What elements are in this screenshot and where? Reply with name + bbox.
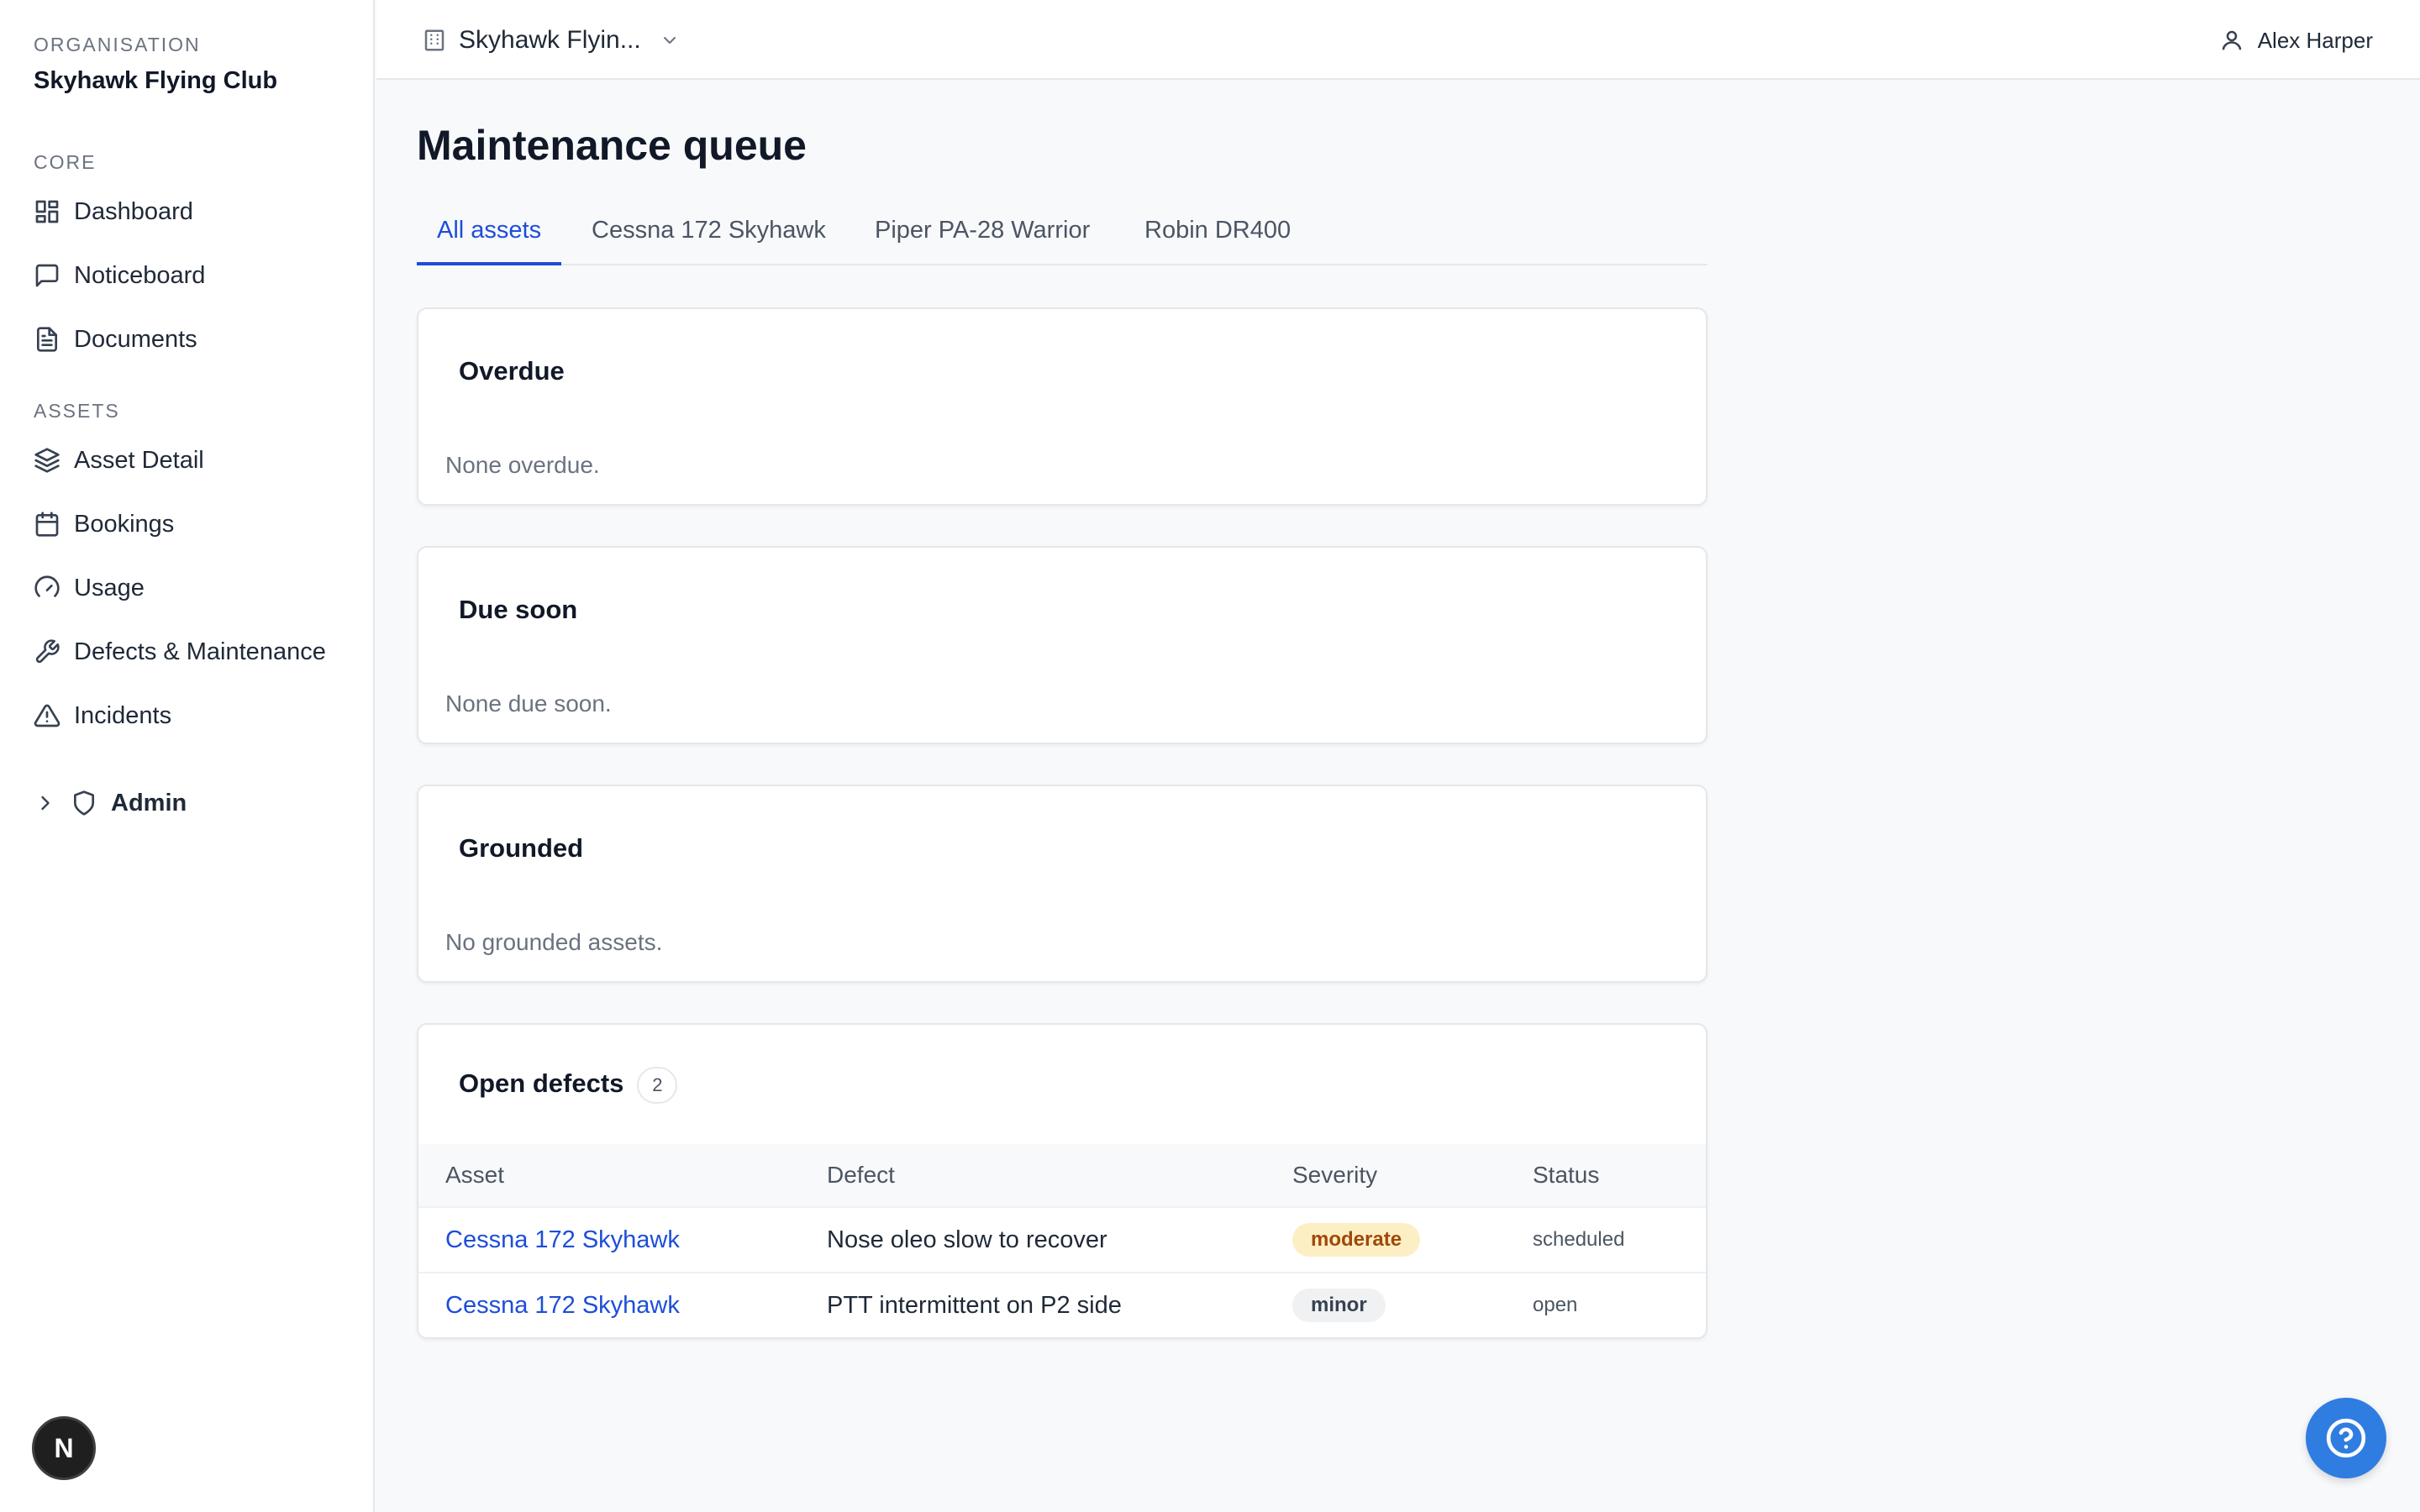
layers-icon	[34, 447, 60, 474]
column-header-status: Status	[1533, 1162, 1600, 1188]
open-defects-title: Open defects	[459, 1068, 624, 1099]
due-soon-card: Due soon None due soon.	[417, 546, 1707, 744]
defect-description: PTT intermittent on P2 side	[827, 1291, 1122, 1319]
sidebar-item-label: Bookings	[74, 510, 175, 538]
severity-badge: minor	[1292, 1289, 1386, 1322]
defects-table: Asset Defect Severity Status Cessna 172 …	[418, 1144, 1706, 1337]
sidebar-item-defects-maintenance[interactable]: Defects & Maintenance	[34, 633, 326, 670]
user-name: Alex Harper	[2257, 27, 2373, 53]
shield-icon	[71, 790, 97, 816]
card-title: Due soon	[459, 595, 578, 624]
asset-tabs: All assets Cessna 172 Skyhawk Piper PA-2…	[417, 207, 1707, 265]
wrench-icon	[34, 638, 60, 665]
table-header: Asset Defect Severity Status	[418, 1144, 1706, 1206]
org-name: Skyhawk Flying Club	[34, 67, 278, 94]
sidebar-item-label: Defects & Maintenance	[74, 638, 326, 665]
empty-state: None due soon.	[445, 690, 612, 717]
org-label: ORGANISATION	[34, 34, 201, 55]
column-header-defect: Defect	[827, 1162, 895, 1188]
sidebar: ORGANISATION Skyhawk Flying Club CORE Da…	[0, 0, 375, 1512]
grounded-card: Grounded No grounded assets.	[417, 785, 1707, 983]
sidebar-item-label: Dashboard	[74, 197, 193, 225]
sidebar-item-label: Admin	[111, 789, 187, 816]
severity-cell: minor	[1292, 1289, 1386, 1322]
sidebar-item-label: Documents	[74, 325, 197, 353]
column-header-severity: Severity	[1292, 1162, 1378, 1188]
sidebar-item-label: Incidents	[74, 701, 172, 729]
empty-state: No grounded assets.	[445, 929, 663, 955]
app-root: ORGANISATION Skyhawk Flying Club CORE Da…	[0, 0, 2420, 1512]
tab-robin-dr400[interactable]: Robin DR400	[1124, 207, 1311, 265]
sidebar-item-bookings[interactable]: Bookings	[34, 506, 174, 543]
sidebar-item-asset-detail[interactable]: Asset Detail	[34, 442, 204, 479]
tab-piper-pa-28-warrior[interactable]: Piper PA-28 Warrior	[855, 207, 1110, 265]
sidebar-item-incidents[interactable]: Incidents	[34, 697, 171, 734]
user-menu[interactable]: Alex Harper	[2219, 22, 2373, 59]
count-badge: 2	[637, 1067, 678, 1104]
user-icon	[2222, 30, 2241, 50]
sidebar-item-label: Asset Detail	[74, 446, 204, 474]
severity-badge: moderate	[1292, 1223, 1421, 1257]
asset-link[interactable]: Cessna 172 Skyhawk	[445, 1292, 680, 1320]
empty-state: None overdue.	[445, 452, 600, 478]
defect-description: Nose oleo slow to recover	[827, 1226, 1107, 1253]
gauge-icon	[34, 575, 60, 601]
sidebar-item-admin[interactable]: Admin	[34, 785, 187, 822]
sidebar-item-label: Noticeboard	[74, 261, 206, 289]
sidebar-item-dashboard[interactable]: Dashboard	[34, 193, 193, 230]
sidebar-item-label: Usage	[74, 574, 145, 601]
severity-cell: moderate	[1292, 1223, 1421, 1257]
org-switcher[interactable]: Skyhawk Flyin...	[422, 22, 680, 59]
tab-cessna-172-skyhawk[interactable]: Cessna 172 Skyhawk	[571, 207, 846, 265]
table-row: Cessna 172 Skyhawk Nose oleo slow to rec…	[418, 1206, 1706, 1272]
warning-triangle-icon	[34, 702, 60, 729]
dev-tools-badge[interactable]: N	[32, 1416, 96, 1480]
status-text: open	[1533, 1294, 1578, 1316]
asset-link[interactable]: Cessna 172 Skyhawk	[445, 1226, 680, 1254]
topbar: Skyhawk Flyin... Alex Harper	[376, 0, 2420, 80]
calendar-icon	[34, 511, 60, 538]
card-title: Grounded	[459, 833, 584, 863]
dashboard-icon	[34, 198, 60, 225]
chevron-right-icon[interactable]	[34, 791, 57, 815]
tab-all-assets[interactable]: All assets	[417, 207, 562, 265]
open-defects-card: Open defects 2 Asset Defect Severity Stat…	[417, 1023, 1707, 1339]
chevron-down-icon	[663, 37, 676, 44]
org-switcher-label: Skyhawk Flyin...	[459, 26, 641, 54]
status-text: scheduled	[1533, 1228, 1625, 1251]
badge-letter: N	[54, 1432, 74, 1463]
overdue-card: Overdue None overdue.	[417, 307, 1707, 506]
sidebar-item-usage[interactable]: Usage	[34, 570, 145, 606]
document-icon	[34, 326, 60, 353]
sidebar-item-documents[interactable]: Documents	[34, 321, 197, 358]
table-row: Cessna 172 Skyhawk PTT intermittent on P…	[418, 1272, 1706, 1337]
column-header-asset: Asset	[445, 1162, 505, 1188]
card-title: Overdue	[459, 356, 565, 386]
section-label-assets: ASSETS	[34, 400, 120, 422]
section-label-core: CORE	[34, 151, 97, 173]
help-circle-icon	[2326, 1418, 2366, 1458]
card-title: Open defects 2	[459, 1067, 678, 1104]
building-icon	[424, 29, 445, 51]
page-title: Maintenance queue	[417, 122, 807, 169]
message-square-icon	[34, 262, 60, 289]
sidebar-item-noticeboard[interactable]: Noticeboard	[34, 257, 205, 294]
help-button[interactable]	[2306, 1398, 2386, 1478]
